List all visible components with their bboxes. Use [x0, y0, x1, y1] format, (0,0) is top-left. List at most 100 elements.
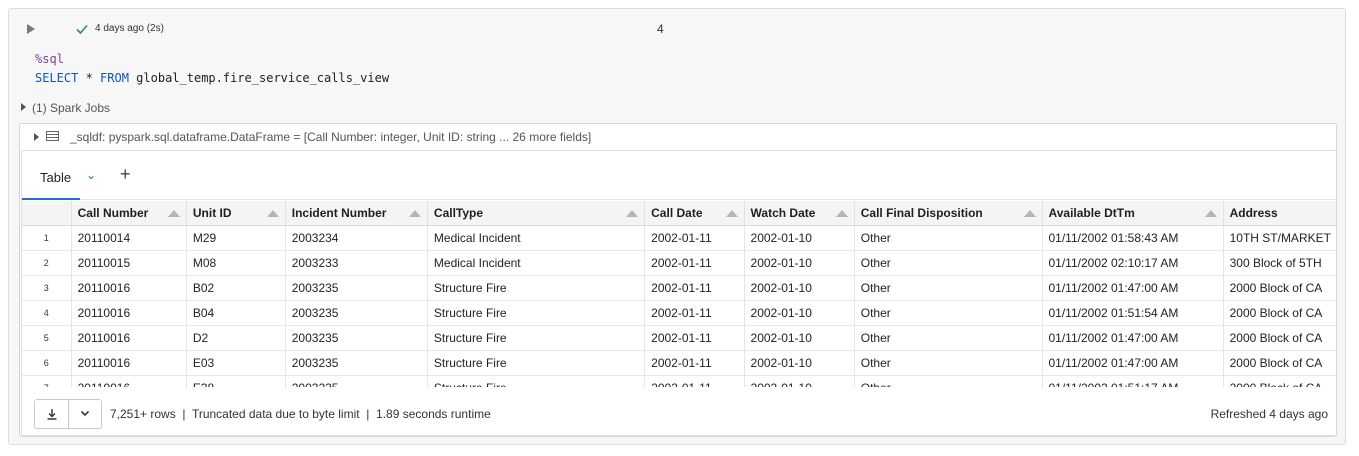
table-cell[interactable]: Other — [854, 300, 1043, 326]
table-cell[interactable]: 2003235 — [285, 300, 428, 326]
table-cell[interactable]: Medical Incident — [427, 250, 646, 276]
sort-icon[interactable] — [408, 210, 421, 217]
table-cell[interactable]: Other — [854, 250, 1043, 276]
column-header[interactable]: Address — [1223, 201, 1336, 226]
chevron-down-icon — [80, 410, 90, 417]
results-grid[interactable]: Call Number Unit ID Incident Number CallTyp… — [22, 201, 1336, 387]
table-cell[interactable]: M29 — [186, 225, 286, 251]
table-cell[interactable]: 01/11/2002 01:51:54 AM — [1042, 300, 1224, 326]
spark-jobs-toggle[interactable]: (1) Spark Jobs — [21, 101, 110, 115]
table-cell[interactable]: Structure Fire — [427, 275, 646, 301]
table-cell[interactable]: Structure Fire — [427, 350, 646, 376]
table-cell[interactable]: 2002-01-10 — [744, 250, 855, 276]
download-button[interactable] — [35, 400, 69, 428]
column-header[interactable]: Call Number — [71, 201, 187, 226]
run-cell-icon[interactable] — [27, 24, 35, 34]
table-cell[interactable]: Other — [854, 325, 1043, 351]
table-cell[interactable]: 2000 Block of CA — [1223, 350, 1336, 376]
table-row[interactable]: 3 20110016 B02 2003235 Structure Fire 2002-01… — [22, 275, 1336, 301]
table-cell[interactable]: E38 — [186, 375, 286, 387]
table-cell[interactable]: 2003235 — [285, 375, 428, 387]
sort-icon[interactable] — [1204, 210, 1217, 217]
table-cell[interactable]: 2002-01-10 — [744, 350, 855, 376]
table-cell[interactable]: 2003235 — [285, 325, 428, 351]
code-editor[interactable]: %sql SELECT * FROM global_temp.fire_serv… — [9, 49, 1345, 91]
table-row[interactable]: 1 20110014 M29 2003234 Medical Incident 2002-… — [22, 225, 1336, 251]
table-cell[interactable]: 2002-01-11 — [644, 250, 745, 276]
sort-icon[interactable] — [835, 210, 848, 217]
table-cell[interactable]: 2000 Block of CA — [1223, 300, 1336, 326]
table-cell[interactable]: 01/11/2002 01:58:43 AM — [1042, 225, 1224, 251]
table-cell[interactable]: 2000 Block of CA — [1223, 275, 1336, 301]
table-cell[interactable]: B02 — [186, 275, 286, 301]
table-cell[interactable]: B04 — [186, 300, 286, 326]
sort-icon[interactable] — [626, 210, 639, 217]
table-cell[interactable]: 20110016 — [71, 375, 187, 387]
table-cell[interactable]: 01/11/2002 01:47:00 AM — [1042, 275, 1224, 301]
chevron-down-icon[interactable]: ⌄ — [86, 168, 96, 182]
table-cell[interactable]: 01/11/2002 01:51:17 AM — [1042, 375, 1224, 387]
table-cell[interactable]: 2002-01-11 — [644, 325, 745, 351]
add-visualization-button[interactable]: + — [120, 164, 131, 185]
table-cell[interactable]: 300 Block of 5TH — [1223, 250, 1336, 276]
table-cell[interactable]: M08 — [186, 250, 286, 276]
dataframe-schema-toggle[interactable]: _sqldf: pyspark.sql.dataframe.DataFrame … — [20, 124, 1336, 150]
table-row[interactable]: 6 20110016 E03 2003235 Structure Fire 2002-01… — [22, 350, 1336, 376]
table-cell[interactable]: 20110016 — [71, 300, 187, 326]
table-cell[interactable]: Structure Fire — [427, 325, 646, 351]
table-cell[interactable]: 10TH ST/MARKET — [1223, 225, 1336, 251]
table-cell[interactable]: 2002-01-10 — [744, 300, 855, 326]
table-cell[interactable]: 2002-01-10 — [744, 225, 855, 251]
table-cell[interactable]: 2002-01-11 — [644, 275, 745, 301]
table-cell[interactable]: Other — [854, 275, 1043, 301]
tab-table[interactable]: Table ⌄ — [22, 151, 108, 200]
table-cell[interactable]: 2002-01-11 — [644, 300, 745, 326]
column-header[interactable]: Watch Date — [744, 201, 855, 226]
table-row[interactable]: 2 20110015 M08 2003233 Medical Incident 2002-… — [22, 250, 1336, 276]
table-cell[interactable]: 01/11/2002 01:47:00 AM — [1042, 325, 1224, 351]
table-cell[interactable]: 2002-01-11 — [644, 225, 745, 251]
column-header[interactable]: Incident Number — [285, 201, 428, 226]
table-cell[interactable]: 01/11/2002 01:47:00 AM — [1042, 350, 1224, 376]
table-row[interactable]: 4 20110016 B04 2003235 Structure Fire 2002-01… — [22, 300, 1336, 326]
table-cell[interactable]: D2 — [186, 325, 286, 351]
column-header[interactable]: CallType — [427, 201, 646, 226]
sort-icon[interactable] — [725, 210, 738, 217]
table-cell[interactable]: E03 — [186, 350, 286, 376]
table-cell[interactable]: Other — [854, 350, 1043, 376]
table-cell[interactable]: Structure Fire — [427, 300, 646, 326]
sort-icon[interactable] — [167, 210, 180, 217]
table-cell[interactable]: 2003234 — [285, 225, 428, 251]
table-cell[interactable]: 2002-01-10 — [744, 375, 855, 387]
table-cell[interactable]: 20110015 — [71, 250, 187, 276]
table-cell[interactable]: 2000 Block of CA — [1223, 375, 1336, 387]
column-header[interactable]: Available DtTm — [1042, 201, 1224, 226]
table-cell[interactable]: 2002-01-10 — [744, 325, 855, 351]
sort-icon[interactable] — [266, 210, 279, 217]
table-cell[interactable]: 20110016 — [71, 275, 187, 301]
table-cell[interactable]: Other — [854, 375, 1043, 387]
table-cell[interactable]: 20110014 — [71, 225, 187, 251]
tab-label: Table — [40, 170, 72, 185]
table-row[interactable]: 720110016E382003235Structure Fire2002-01… — [22, 375, 1336, 387]
download-button-group — [34, 399, 102, 429]
table-cell[interactable]: 2002-01-10 — [744, 275, 855, 301]
table-cell[interactable]: Structure Fire — [427, 375, 646, 387]
table-cell[interactable]: Other — [854, 225, 1043, 251]
table-cell[interactable]: 2003233 — [285, 250, 428, 276]
table-cell[interactable]: 2002-01-11 — [644, 350, 745, 376]
column-header[interactable]: Unit ID — [186, 201, 286, 226]
download-options-button[interactable] — [69, 400, 101, 428]
table-cell[interactable]: 01/11/2002 02:10:17 AM — [1042, 250, 1224, 276]
table-cell[interactable]: 20110016 — [71, 350, 187, 376]
table-cell[interactable]: 2000 Block of CA — [1223, 325, 1336, 351]
column-header[interactable]: Call Final Disposition — [854, 201, 1043, 226]
sort-icon[interactable] — [1023, 210, 1036, 217]
table-cell[interactable]: 2003235 — [285, 275, 428, 301]
table-cell[interactable]: 2003235 — [285, 350, 428, 376]
column-header[interactable]: Call Date — [644, 201, 745, 226]
table-cell[interactable]: 2002-01-11 — [644, 375, 745, 387]
table-cell[interactable]: 20110016 — [71, 325, 187, 351]
table-cell[interactable]: Medical Incident — [427, 225, 646, 251]
table-row[interactable]: 5 20110016 D2 2003235 Structure Fire 2002-01-… — [22, 325, 1336, 351]
